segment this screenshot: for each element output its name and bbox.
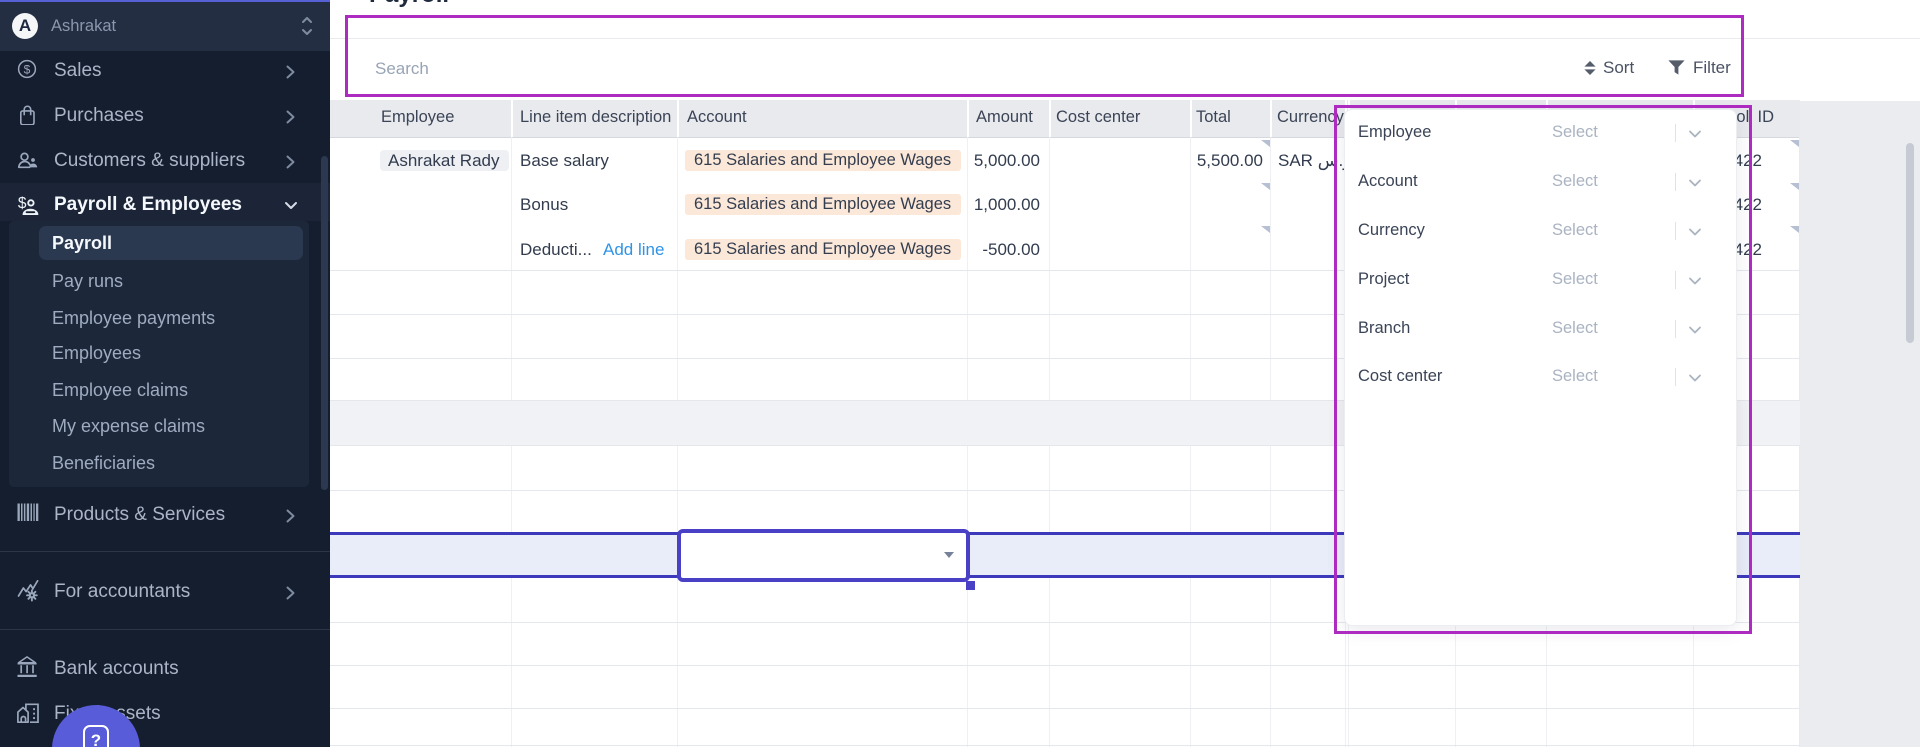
svg-text:$: $ xyxy=(24,62,31,76)
svg-text:$: $ xyxy=(18,195,27,212)
